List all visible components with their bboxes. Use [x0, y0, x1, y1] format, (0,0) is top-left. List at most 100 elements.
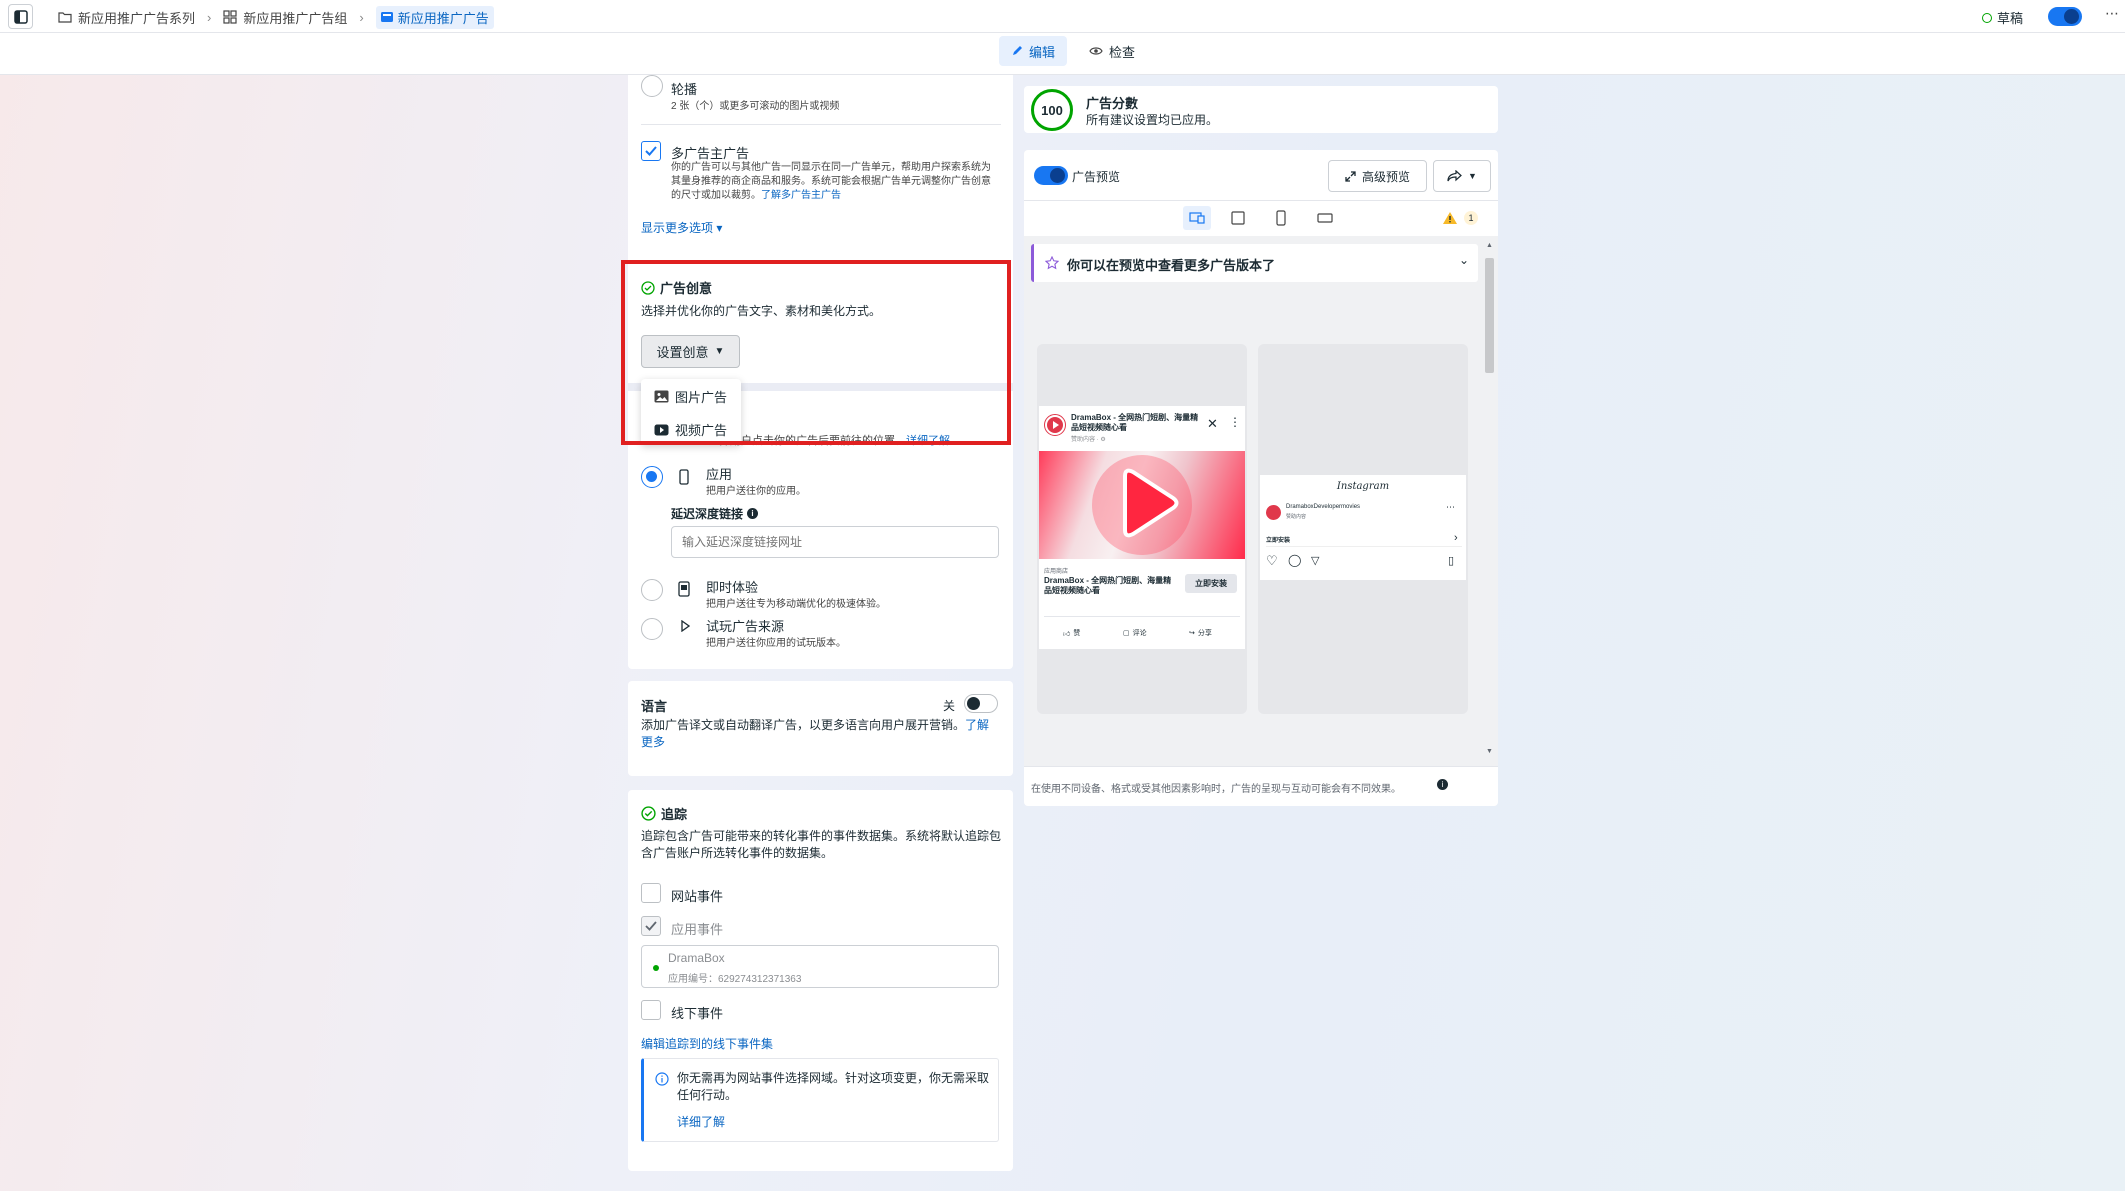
tracking-info-link[interactable]: 详细了解 [677, 1113, 725, 1130]
website-events-checkbox[interactable] [641, 883, 661, 903]
eye-icon [1089, 47, 1103, 55]
app-destination-title: 应用 [706, 467, 733, 482]
play-icon [681, 620, 690, 632]
score-desc: 所有建议设置均已应用。 [1086, 113, 1219, 127]
ig-account-name: DramaboxDevelopermovies [1286, 504, 1361, 510]
device-tab-all[interactable] [1183, 206, 1211, 230]
playable-source-desc: 把用户送往你应用的试玩版本。 [706, 638, 846, 649]
send-icon[interactable]: ▽ [1311, 554, 1319, 567]
app-events-checkbox[interactable] [641, 916, 661, 936]
instant-experience-radio[interactable] [641, 579, 663, 601]
language-desc-text: 添加广告译文或自动翻译广告，以更多语言向用户展开营销。 [641, 718, 966, 732]
breadcrumb-ad-current[interactable]: 新应用推广广告 [375, 5, 494, 29]
fb-store-label: 应用商店 [1044, 569, 1069, 575]
info-icon[interactable]: i [747, 508, 759, 519]
play-logo-graphic [1092, 455, 1192, 555]
advanced-preview-label: 高级预览 [1361, 169, 1410, 184]
landscape-icon[interactable] [1317, 213, 1333, 223]
info-icon[interactable]: i [1437, 779, 1448, 790]
offline-events-label: 线下事件 [671, 1006, 724, 1021]
instagram-logo: Instagram [1336, 481, 1390, 492]
banner-text: 你可以在预览中查看更多广告版本了 [1067, 258, 1276, 273]
tab-edit-label: 编辑 [1028, 44, 1055, 60]
tracking-info-box: 你无需再为网站事件选择网域。针对这项变更，你无需采取任何行动。 详细了解 [641, 1058, 999, 1142]
toggle-knob [2064, 9, 2079, 24]
facebook-preview-frame: DramaBox - 全网热门短剧、海量精品短视频随心看 赞助内容 · ⚙ ✕ … [1037, 344, 1247, 714]
instant-experience-desc: 把用户送往专为移动端优化的极速体验。 [706, 599, 886, 610]
fb-more-icon[interactable]: ⋮ [1229, 415, 1241, 429]
edit-offline-events-link[interactable]: 编辑追踪到的线下事件集 [641, 1035, 773, 1052]
language-title: 语言 [641, 699, 668, 714]
sidebar-toggle-button[interactable] [8, 4, 33, 29]
preview-disclaimer: 在使用不同设备、格式或受其他因素影响时，广告的呈现与互动可能会有不同效果。 [1031, 784, 1401, 795]
app-destination-radio[interactable] [641, 466, 663, 488]
tab-review[interactable]: 检查 [1082, 36, 1142, 66]
offline-events-checkbox[interactable] [641, 1000, 661, 1020]
multi-advertiser-checkbox[interactable] [641, 141, 661, 161]
multi-advertiser-link[interactable]: 了解多广告主广告 [761, 190, 841, 201]
fb-close-icon[interactable]: ✕ [1207, 416, 1218, 432]
fb-install-button[interactable]: 立即安装 [1185, 574, 1237, 593]
deep-link-input[interactable] [671, 526, 999, 558]
breadcrumb-adset[interactable]: 新应用推广广告组 [243, 8, 347, 27]
multi-advertiser-title: 多广告主广告 [671, 146, 750, 161]
instagram-preview-frame: Instagram DramaboxDevelopermovies 赞助内容 ⋯… [1258, 344, 1468, 714]
folder-icon [58, 12, 72, 23]
ig-more-icon[interactable]: ⋯ [1446, 502, 1455, 513]
scrollbar-thumb[interactable] [1485, 258, 1494, 373]
app-dataset-id: 应用编号：629274312371363 [668, 974, 802, 985]
checkmark-icon [645, 146, 657, 156]
fb-share-button[interactable]: ↪ 分享 [1189, 628, 1212, 638]
multi-device-icon [1189, 212, 1205, 224]
language-toggle[interactable] [964, 694, 998, 713]
breadcrumb-campaign[interactable]: 新应用推广广告系列 [78, 8, 195, 27]
warning-icon[interactable] [1442, 211, 1458, 225]
checkmark-icon [645, 921, 657, 931]
chevron-right-icon: › [1454, 532, 1458, 544]
share-arrow-icon [1447, 170, 1462, 182]
show-more-options-link[interactable]: 显示更多选项 ▾ [641, 219, 722, 236]
app-dataset-name: DramaBox [668, 951, 725, 965]
heart-icon[interactable]: ♡ [1266, 553, 1278, 569]
tracking-info-text: 你无需再为网站事件选择网域。针对这项变更，你无需采取任何行动。 [677, 1071, 990, 1102]
bookmark-icon[interactable]: ▯ [1448, 554, 1454, 567]
advanced-preview-button[interactable]: 高级预览 [1328, 160, 1427, 192]
star-icon [1045, 256, 1059, 270]
fb-like-button[interactable]: 👍︎ 赞 [1063, 628, 1080, 638]
tab-edit[interactable]: 编辑 [999, 36, 1067, 66]
scrollbar-up-arrow[interactable]: ▲ [1486, 242, 1493, 249]
top-toggle[interactable] [2048, 7, 2082, 26]
ad-icon [380, 12, 393, 22]
fb-comment-button[interactable]: ▢ 评论 [1123, 628, 1147, 638]
share-dropdown-button[interactable]: ▼ [1433, 160, 1491, 192]
creative-highlight-box [621, 260, 1011, 445]
story-phone-icon[interactable] [1276, 210, 1286, 226]
draft-status-label: 草稿 [1997, 11, 2024, 26]
playable-source-radio[interactable] [641, 618, 663, 640]
comment-bubble-icon[interactable]: ◯ [1288, 553, 1301, 567]
preview-toggle[interactable] [1034, 166, 1068, 185]
ig-sponsored: 赞助内容 [1286, 514, 1307, 520]
warning-count-badge: 1 [1464, 211, 1478, 225]
draft-status-icon [1982, 12, 1992, 23]
ig-avatar [1266, 505, 1281, 520]
carousel-radio[interactable] [641, 75, 663, 97]
app-dataset-field[interactable]: DramaBox 应用编号：629274312371363 [641, 945, 999, 988]
preview-scrollbar[interactable]: ▲ ▼ [1483, 238, 1496, 766]
app-destination-desc: 把用户送往你的应用。 [706, 486, 806, 497]
chevron-right-icon: › [359, 9, 364, 25]
feed-square-icon[interactable] [1231, 211, 1245, 225]
more-options-icon[interactable]: ⋯ [2105, 5, 2119, 22]
sidebar-panel-icon [14, 10, 28, 24]
score-value: 100 [1041, 102, 1063, 118]
breadcrumb-ad-label: 新应用推广广告 [397, 10, 489, 26]
more-versions-banner[interactable]: 你可以在预览中查看更多广告版本了 ⌄ [1031, 244, 1478, 282]
fb-headline: DramaBox - 全网热门短剧、海量精品短视频随心看 [1044, 576, 1172, 595]
scrollbar-down-arrow[interactable]: ▼ [1486, 748, 1493, 755]
carousel-title: 轮播 [671, 82, 698, 97]
ig-cta-label: 立即安装 [1266, 538, 1291, 544]
thumbs-up-icon: 👍︎ [1063, 630, 1071, 638]
ad-score-card: 100 广告分數 所有建议设置均已应用。 [1024, 86, 1498, 133]
ig-cta-row[interactable]: 立即安装 › [1266, 532, 1462, 547]
language-card: 语言 关 添加广告译文或自动翻译广告，以更多语言向用户展开营销。了解更多 [628, 681, 1013, 776]
